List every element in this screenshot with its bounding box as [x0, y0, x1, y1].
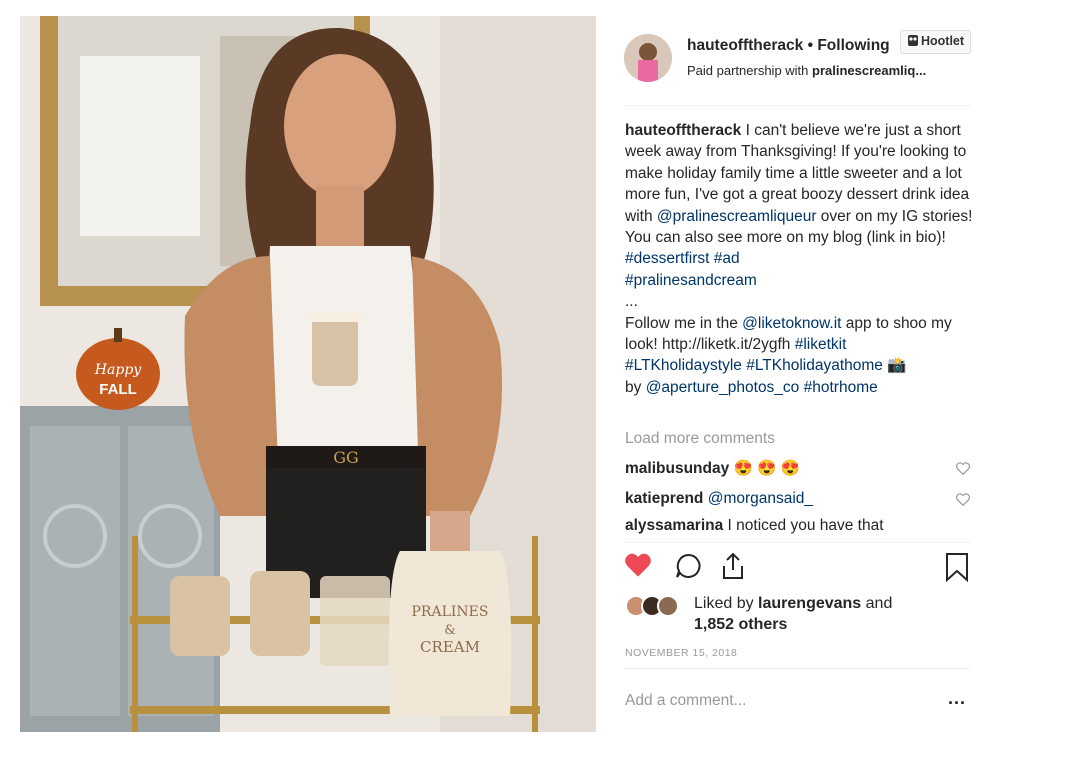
caption-hashtag-5[interactable]: #LTKholidaystyle	[625, 357, 742, 374]
speech-bubble-icon[interactable]	[674, 552, 702, 585]
comment-like-heart-icon[interactable]	[956, 462, 970, 480]
caption-text-3: Follow me in the	[625, 314, 743, 332]
caption-text-5: by	[625, 378, 646, 396]
pumpkin-text-2: FALL	[99, 381, 137, 398]
bottle-label-3: CREAM	[420, 638, 480, 656]
comment-like-heart-icon[interactable]	[956, 493, 970, 511]
likes-prefix: Liked by	[694, 595, 759, 612]
heart-icon[interactable]	[624, 552, 652, 583]
load-more-comments-button[interactable]: Load more comments	[625, 430, 775, 448]
post-header: hauteofftherack • Following Paid partner…	[624, 30, 974, 86]
liker-username-link[interactable]: laurengevans	[758, 595, 861, 612]
comment-text: 😍 😍 😍	[729, 460, 801, 477]
date-divider	[624, 668, 970, 669]
comment-username[interactable]: alyssamarina	[625, 517, 723, 534]
caption-author-link[interactable]: hauteofftherack	[625, 122, 741, 139]
caption: hauteofftherack I can't believe we're ju…	[625, 120, 975, 398]
partnership-prefix: Paid partnership with	[687, 63, 813, 78]
header-divider	[624, 105, 970, 106]
bottle-label-1: PRALINES	[412, 604, 489, 620]
likes-summary: Liked by laurengevans and 1,852 others	[624, 592, 974, 638]
caption-mention-2[interactable]: @liketoknow.it	[742, 315, 841, 332]
caption-hashtag-7[interactable]: #hotrhome	[804, 379, 878, 396]
caption-ellipsis: ...	[625, 293, 638, 311]
comment-text: I noticed you have that	[723, 517, 884, 534]
caption-hashtag-3[interactable]: #pralinesandcream	[625, 272, 757, 289]
action-bar	[624, 552, 974, 586]
owl-icon	[907, 34, 919, 50]
comments-divider	[624, 542, 970, 543]
post-side-panel: hauteofftherack • Following Paid partner…	[612, 16, 982, 732]
camera-emoji: 📸	[887, 357, 907, 375]
liker-avatars[interactable]	[624, 594, 684, 618]
caption-mention-1[interactable]: @pralinescreamliqueur	[657, 208, 817, 225]
likes-middle: and	[861, 595, 893, 612]
caption-hashtag-4[interactable]: #liketkit	[795, 336, 847, 353]
follow-separator: •	[803, 37, 818, 54]
comment-username[interactable]: katieprend	[625, 490, 703, 507]
svg-text:GG: GG	[333, 448, 359, 467]
comment-mention[interactable]: @morgansaid_	[708, 490, 813, 507]
likes-count-link[interactable]: 1,852 others	[694, 616, 787, 633]
avatar[interactable]	[624, 34, 672, 82]
likes-text: Liked by laurengevans and 1,852 others	[694, 593, 892, 635]
comment-item: malibusunday 😍 😍 😍	[625, 459, 945, 478]
pumpkin-text-1: Happy	[94, 362, 142, 378]
hootlet-button[interactable]: Hootlet	[900, 30, 972, 54]
username-link[interactable]: hauteofftherack	[687, 37, 803, 54]
post-photo-illustration: Happy FALL GG PRALINES & CREAM	[20, 16, 596, 732]
header-username-line: hauteofftherack • Following	[687, 37, 890, 55]
partnership-account-link[interactable]: pralinescreamliq...	[812, 63, 926, 78]
caption-hashtag-2[interactable]: #ad	[714, 250, 740, 267]
add-comment-input[interactable]: Add a comment...	[625, 692, 746, 710]
post-photo[interactable]: Happy FALL GG PRALINES & CREAM	[20, 16, 596, 732]
caption-hashtag-1[interactable]: #dessertfirst	[625, 250, 709, 267]
share-icon[interactable]	[720, 552, 746, 585]
bookmark-icon[interactable]	[944, 552, 970, 587]
partnership-line: Paid partnership with pralinescreamliq..…	[687, 63, 926, 78]
more-options-button[interactable]: ...	[948, 688, 966, 709]
caption-hashtag-6[interactable]: #LTKholidayathome	[746, 357, 883, 374]
post-date[interactable]: NOVEMBER 15, 2018	[625, 647, 737, 659]
comment-username[interactable]: malibusunday	[625, 460, 729, 477]
comment-item: alyssamarina I noticed you have that	[625, 517, 945, 535]
comment-item: katieprend @morgansaid_	[625, 490, 945, 508]
following-button[interactable]: Following	[817, 37, 889, 54]
hootlet-label: Hootlet	[921, 34, 965, 48]
caption-mention-3[interactable]: @aperture_photos_co	[646, 379, 800, 396]
bottle-label-2: &	[444, 623, 456, 638]
